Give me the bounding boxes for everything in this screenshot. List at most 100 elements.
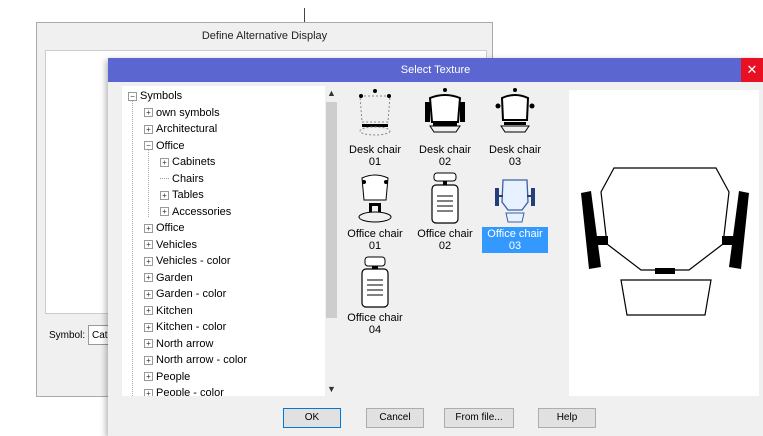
- expand-icon[interactable]: +: [160, 190, 169, 200]
- expand-icon[interactable]: +: [144, 256, 153, 266]
- tree-item[interactable]: + Garden: [144, 270, 193, 286]
- tree-item-label: Cabinets: [172, 156, 216, 168]
- expand-icon[interactable]: +: [144, 289, 153, 299]
- tree-item[interactable]: + Accessories: [160, 204, 231, 220]
- tree-scrollbar[interactable]: ▲ ▼: [325, 86, 338, 396]
- cancel-button[interactable]: Cancel: [366, 408, 424, 428]
- dialog-title-bar[interactable]: Select Texture: [108, 58, 763, 82]
- tree-item[interactable]: + Architectural: [144, 121, 217, 137]
- expand-icon[interactable]: +: [144, 223, 153, 233]
- category-tree[interactable]: − Symbols + own symbols + Architectural − Offic…: [122, 86, 338, 396]
- tree-item-label: Garden - color: [156, 288, 227, 300]
- thumbnail-label: Desk chair 01: [349, 144, 401, 168]
- scroll-up-icon[interactable]: ▲: [325, 86, 338, 100]
- tree-item[interactable]: − Symbols: [128, 88, 182, 104]
- tree-item[interactable]: + Vehicles - color: [144, 253, 231, 269]
- tree-item-label: Vehicles: [156, 238, 197, 251]
- expand-icon[interactable]: +: [160, 207, 169, 217]
- thumbnail-desk-chair-02[interactable]: Desk chair 02: [412, 86, 478, 169]
- expand-icon[interactable]: +: [160, 157, 169, 167]
- help-button[interactable]: Help: [538, 408, 596, 428]
- tree-item-label: Symbols: [140, 90, 183, 102]
- tree-guide-line: [148, 147, 149, 217]
- tree-item[interactable]: Chairs: [160, 171, 204, 187]
- scroll-down-icon[interactable]: ▼: [325, 382, 338, 396]
- tree-item[interactable]: − Office: [144, 138, 185, 154]
- dialog-title: Select Texture: [400, 64, 471, 76]
- expand-icon[interactable]: +: [144, 372, 153, 382]
- tree-item-label: North arrow - color: [156, 354, 248, 366]
- thumbnail-office-chair-03[interactable]: Office chair 03: [482, 170, 548, 253]
- tree-item-label: Accessories: [172, 205, 232, 218]
- collapse-icon[interactable]: −: [128, 91, 137, 101]
- tree-item[interactable]: + own symbols: [144, 105, 220, 121]
- tree-item-label: Vehicles - color: [156, 255, 231, 267]
- tree-item-label: Architectural: [156, 123, 218, 135]
- tree-item[interactable]: + Kitchen: [144, 303, 193, 319]
- thumbnail-label: Desk chair 03: [489, 144, 541, 168]
- tree-item-label: North arrow: [156, 337, 214, 350]
- desk-chair-01-icon: [359, 89, 391, 136]
- background-dialog-title: Define Alternative Display: [201, 30, 328, 42]
- connector-line: [304, 8, 305, 22]
- tree-item-label: Kitchen - color: [156, 321, 227, 333]
- collapse-icon[interactable]: −: [144, 141, 153, 151]
- tree-item[interactable]: + Kitchen - color: [144, 319, 226, 335]
- close-icon: ✕: [746, 62, 758, 77]
- texture-preview: [569, 90, 759, 396]
- thumbnail-label: Office chair 02: [417, 228, 473, 252]
- tree-item-label: Chairs: [172, 172, 204, 185]
- tree-item-label: People: [156, 370, 191, 383]
- expand-icon[interactable]: +: [144, 240, 153, 250]
- thumbnail-desk-chair-03[interactable]: Desk chair 03: [482, 86, 548, 169]
- thumbnail-office-chair-01[interactable]: Office chair 01: [342, 170, 408, 253]
- expand-icon[interactable]: +: [144, 322, 153, 332]
- thumbnail-office-chair-02[interactable]: Office chair 02: [412, 170, 478, 253]
- thumbnail-label: Desk chair 02: [419, 144, 471, 168]
- expand-icon[interactable]: +: [144, 388, 153, 396]
- thumbnail-label: Office chair 04: [347, 312, 403, 336]
- ok-button[interactable]: OK: [283, 408, 341, 428]
- tree-item-label: Tables: [172, 189, 204, 201]
- tree-item[interactable]: + Office: [144, 220, 185, 236]
- expand-icon[interactable]: +: [144, 124, 153, 134]
- expand-icon[interactable]: +: [144, 273, 153, 283]
- office-chair-03-icon: [495, 179, 535, 223]
- tree-item[interactable]: + Garden - color: [144, 286, 226, 302]
- office-chair-01-icon: [358, 174, 392, 223]
- office-chair-04-icon: [361, 256, 389, 308]
- desk-chair-02-icon: [425, 88, 465, 133]
- thumbnail-desk-chair-01[interactable]: Desk chair 01: [342, 86, 408, 169]
- tree-item[interactable]: + North arrow - color: [144, 352, 247, 368]
- tree-item-label: own symbols: [156, 106, 220, 119]
- tree-item-label: Office: [156, 139, 185, 152]
- close-button[interactable]: ✕: [741, 58, 763, 82]
- desk-chair-03-icon: [495, 88, 535, 133]
- office-chair-02-icon: [431, 172, 459, 224]
- symbol-label: Symbol:: [49, 330, 86, 341]
- expand-icon[interactable]: +: [144, 306, 153, 316]
- expand-icon[interactable]: +: [144, 339, 153, 349]
- thumbnail-label: Office chair 01: [347, 228, 403, 252]
- tree-item[interactable]: + Vehicles: [144, 237, 197, 253]
- tree-item-label: People - color: [156, 387, 224, 396]
- tree-item[interactable]: + North arrow: [144, 336, 213, 352]
- select-texture-dialog: Select Texture ✕ − Symbols + own symbols + Ar…: [108, 58, 763, 436]
- thumbnail-label: Office chair 03: [482, 227, 548, 253]
- tree-item[interactable]: + Cabinets: [160, 154, 215, 170]
- scroll-thumb[interactable]: [326, 102, 337, 318]
- texture-grid: Desk chair 01 Desk chair 02 Desk chair 0…: [342, 86, 566, 396]
- expand-icon[interactable]: +: [144, 355, 153, 365]
- tree-item[interactable]: + People: [144, 369, 190, 385]
- thumbnail-office-chair-04[interactable]: Office chair 04: [342, 254, 408, 337]
- tree-connector: [160, 177, 169, 180]
- tree-item-label: Kitchen: [156, 304, 193, 317]
- tree-item[interactable]: + People - color: [144, 385, 224, 396]
- from-file-button[interactable]: From file...: [444, 408, 514, 428]
- expand-icon[interactable]: +: [144, 108, 153, 118]
- tree-item-label: Office: [156, 222, 185, 234]
- tree-guide-line: [132, 98, 133, 396]
- tree-item[interactable]: + Tables: [160, 187, 204, 203]
- tree-item-label: Garden: [156, 271, 193, 284]
- office-chair-preview-icon: [581, 167, 749, 316]
